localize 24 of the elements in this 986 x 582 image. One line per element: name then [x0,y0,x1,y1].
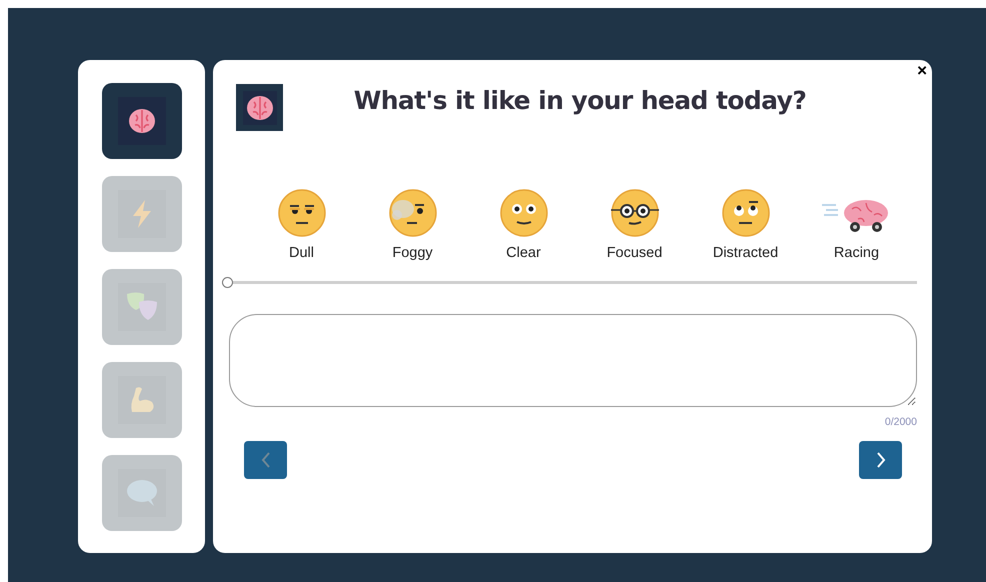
eye-roll-face-icon [720,187,772,239]
slider-thumb[interactable] [222,277,233,288]
theater-masks-icon [126,292,158,322]
speech-bubble-icon [126,479,158,507]
mood-option[interactable]: Dull [246,187,357,263]
glasses-face-icon [608,187,660,239]
notes-field[interactable] [229,314,917,407]
mood-option[interactable]: Racing [801,187,912,263]
lightning-icon [130,200,152,228]
chevron-left-icon [260,452,270,468]
close-button[interactable]: × [917,62,927,79]
sidebar-tab[interactable] [102,83,182,159]
mood-option[interactable]: Foggy [357,187,468,263]
smiling-face-icon [498,187,550,239]
foggy-face-icon [386,187,438,239]
chevron-right-icon [876,452,886,468]
bored-face-icon [276,187,328,239]
next-button[interactable] [859,441,902,479]
mood-option[interactable]: Distracted [690,187,801,263]
brain-icon [126,106,156,136]
mood-option[interactable]: Clear [468,187,579,263]
question-title: What's it like in your head today? [352,86,808,115]
mood-option[interactable]: Focused [579,187,690,263]
character-counter: 0/2000 [884,416,917,428]
